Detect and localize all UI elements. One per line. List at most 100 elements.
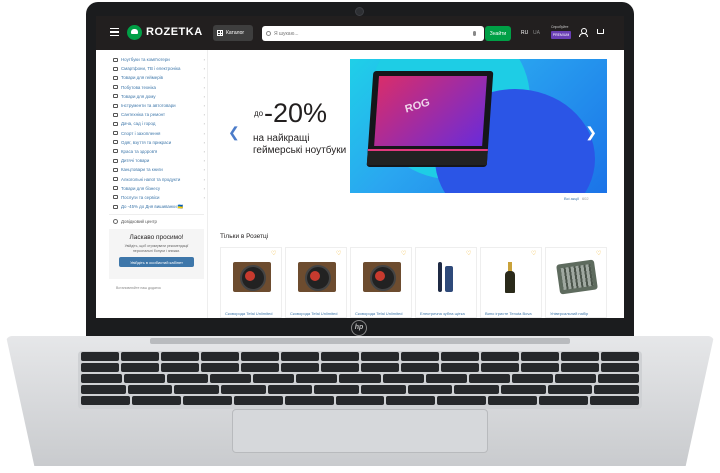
product-image[interactable] bbox=[363, 262, 401, 292]
keyboard-key bbox=[81, 352, 119, 361]
sidebar-category-label: Товари для геймерів bbox=[121, 75, 163, 81]
keyboard-key bbox=[468, 374, 510, 383]
sidebar-category-item[interactable]: Товари для бізнесу › bbox=[113, 184, 205, 193]
sidebar-category-item[interactable]: Товари для дому › bbox=[113, 92, 205, 101]
product-name[interactable]: Електрична зубна щітка bbox=[420, 311, 476, 316]
site-logo[interactable]: ROZETKA bbox=[146, 26, 203, 38]
keyboard-key bbox=[561, 352, 599, 361]
product-name[interactable]: Сковорода Tefal Unlimited bbox=[290, 311, 346, 316]
search-input[interactable] bbox=[274, 30, 464, 37]
catalog-button[interactable]: Каталог bbox=[213, 25, 253, 41]
sidebar-category-item[interactable]: Смартфони, ТВ і електроніка › bbox=[113, 64, 205, 73]
product-name[interactable]: Сковорода Tefal Unlimited bbox=[225, 311, 281, 316]
category-icon bbox=[113, 195, 118, 200]
product-card[interactable]: ♡ Універсальний набір bbox=[545, 247, 607, 318]
product-image[interactable] bbox=[233, 262, 271, 292]
sidebar-category-item[interactable]: Дитячі товари › bbox=[113, 156, 205, 165]
product-card[interactable]: ♡ Електрична зубна щітка bbox=[415, 247, 477, 318]
heart-icon[interactable]: ♡ bbox=[271, 251, 277, 257]
sidebar-category-item[interactable]: Краса та здоров'я › bbox=[113, 147, 205, 156]
keyboard-key bbox=[201, 363, 239, 372]
all-promos-link[interactable]: Всі акції 602 bbox=[564, 196, 589, 201]
keyboard-key bbox=[314, 385, 360, 394]
rozetka-logo-icon[interactable] bbox=[127, 25, 142, 40]
promo-line-1: на найкращі bbox=[253, 133, 310, 144]
lang-ru[interactable]: RU bbox=[521, 30, 528, 36]
keyboard-key bbox=[441, 352, 479, 361]
keyboard-key bbox=[161, 352, 199, 361]
chevron-right-icon[interactable]: ❯ bbox=[585, 124, 597, 141]
heart-icon[interactable]: ♡ bbox=[466, 251, 472, 257]
promo-line-2: геймерські ноутбуки bbox=[253, 145, 347, 156]
sidebar-category-item[interactable]: Послуги та сервіси › bbox=[113, 193, 205, 202]
chevron-right-icon: › bbox=[203, 75, 205, 81]
menu-icon[interactable] bbox=[110, 28, 119, 36]
chevron-left-icon[interactable]: ❮ bbox=[228, 124, 240, 141]
product-card[interactable]: ♡ Сковорода Tefal Unlimited bbox=[285, 247, 347, 318]
category-icon bbox=[113, 131, 118, 136]
category-icon bbox=[113, 75, 118, 80]
sidebar-category-item[interactable]: Канцтовари та книги › bbox=[113, 165, 205, 174]
login-button[interactable]: Увійдіть в особистий кабінет bbox=[119, 257, 194, 268]
product-name[interactable]: Універсальний набір bbox=[550, 311, 606, 316]
sidebar-category-label: Побутова техніка bbox=[121, 84, 156, 90]
keyboard-key bbox=[437, 396, 487, 405]
sidebar: Ноутбуки та комп'ютери › Смартфони, ТВ і е… bbox=[96, 50, 208, 318]
promo-prefix: до bbox=[254, 109, 264, 118]
webcam-icon bbox=[355, 7, 364, 16]
sidebar-category-item[interactable]: Одяг, взуття та прикраси › bbox=[113, 138, 205, 147]
search-icon bbox=[266, 31, 271, 36]
product-image[interactable] bbox=[556, 259, 598, 295]
keyboard-key bbox=[296, 374, 338, 383]
heart-icon[interactable]: ♡ bbox=[401, 251, 407, 257]
all-promos-label: Всі акції bbox=[564, 196, 579, 201]
sidebar-category-item[interactable]: Сантехніка та ремонт › bbox=[113, 110, 205, 119]
keyboard-key bbox=[601, 363, 639, 372]
keyboard-row bbox=[78, 351, 642, 362]
keyboard-key bbox=[547, 385, 593, 394]
cart-icon[interactable] bbox=[597, 29, 604, 34]
search-button[interactable]: Знайти bbox=[485, 26, 511, 41]
sidebar-category-item[interactable]: Алкогольні напої та продукти › bbox=[113, 174, 205, 183]
product-name[interactable]: Вино ігристе Tenuta Bova bbox=[485, 311, 541, 316]
product-image[interactable] bbox=[298, 262, 336, 292]
heart-icon[interactable]: ♡ bbox=[336, 251, 342, 257]
keyboard-key bbox=[281, 363, 319, 372]
sidebar-category-item[interactable]: Спорт і захоплення › bbox=[113, 129, 205, 138]
sidebar-category-label: Товари для бізнесу bbox=[121, 185, 161, 191]
promo-banner[interactable]: ROG до -20% на найкращі геймерські ноутб… bbox=[220, 59, 607, 193]
keyboard-key bbox=[182, 396, 232, 405]
keyboard-key bbox=[201, 352, 239, 361]
microphone-icon[interactable] bbox=[473, 31, 476, 36]
sidebar-category-item[interactable]: Інструменти та автотовари › bbox=[113, 101, 205, 110]
keyboard-key bbox=[425, 374, 467, 383]
help-center-link[interactable]: Довідковий центр bbox=[96, 215, 207, 225]
heart-icon[interactable]: ♡ bbox=[531, 251, 537, 257]
product-name[interactable]: Сковорода Tefal Unlimited bbox=[355, 311, 411, 316]
keyboard bbox=[78, 351, 642, 409]
product-card[interactable]: ♡ Вино ігристе Tenuta Bova bbox=[480, 247, 542, 318]
sidebar-category-label: Смартфони, ТВ і електроніка bbox=[121, 66, 181, 72]
lang-ua[interactable]: UA bbox=[533, 30, 540, 36]
sidebar-category-item[interactable]: Побутова техніка › bbox=[113, 83, 205, 92]
category-icon bbox=[113, 140, 118, 145]
sidebar-category-label: Товари для дому bbox=[121, 93, 156, 99]
sidebar-category-item[interactable]: Товари для геймерів › bbox=[113, 73, 205, 82]
sidebar-category-item[interactable]: До -45% до Дня вишиванки 🇺🇦 bbox=[113, 202, 205, 211]
keyboard-key bbox=[210, 374, 252, 383]
product-image[interactable] bbox=[428, 262, 466, 292]
product-card[interactable]: ♡ Сковорода Tefal Unlimited bbox=[350, 247, 412, 318]
heart-icon[interactable]: ♡ bbox=[596, 251, 602, 257]
gaming-laptop-screen-text: ROG bbox=[403, 96, 432, 116]
premium-badge[interactable]: PREMIUM bbox=[551, 31, 571, 39]
chevron-right-icon: › bbox=[203, 93, 205, 99]
product-image[interactable] bbox=[493, 262, 531, 293]
chevron-right-icon: › bbox=[203, 148, 205, 154]
user-icon[interactable] bbox=[579, 28, 588, 37]
sidebar-category-item[interactable]: Дача, сад і город › bbox=[113, 119, 205, 128]
sidebar-category-item[interactable]: Ноутбуки та комп'ютери › bbox=[113, 55, 205, 64]
premium-caption: Спробуйте bbox=[551, 25, 569, 29]
product-card[interactable]: ♡ Сковорода Tefal Unlimited bbox=[220, 247, 282, 318]
search-box bbox=[262, 26, 484, 41]
chevron-right-icon: › bbox=[203, 112, 205, 118]
